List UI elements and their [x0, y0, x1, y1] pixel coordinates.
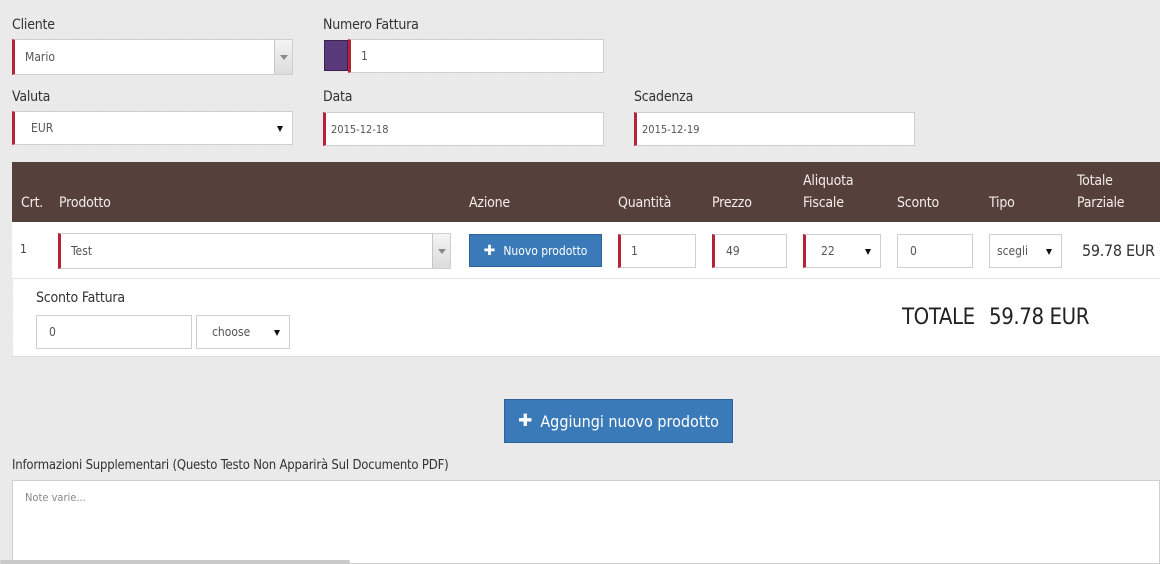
aggiungi-prodotto-button[interactable]: ✚ Aggiungi nuovo prodotto [504, 399, 733, 443]
chevron-down-icon [274, 330, 280, 336]
scadenza-input[interactable]: 2015-12-19 [634, 112, 915, 146]
aliquota-value: 22 [821, 244, 835, 258]
th-aliquota-line1: Aliquota [803, 173, 854, 189]
valuta-label: Valuta [12, 89, 51, 105]
summary-panel: Sconto Fattura 0 choose TOTALE 59.78 EUR [12, 279, 1160, 357]
chevron-down-icon [1046, 249, 1052, 255]
products-table-header: Crt. Prodotto Azione Quantità Prezzo Ali… [12, 162, 1160, 222]
prodotto-select[interactable]: Test [58, 233, 451, 269]
th-quantita: Quantità [618, 195, 672, 211]
valuta-select-value: EUR [31, 121, 54, 135]
color-swatch[interactable] [324, 40, 348, 71]
tipo-select[interactable]: scegli [989, 234, 1062, 268]
nuovo-prodotto-button[interactable]: ✚ Nuovo prodotto [469, 234, 602, 267]
quantita-input[interactable]: 1 [618, 234, 696, 268]
th-prezzo: Prezzo [712, 195, 752, 211]
scadenza-value: 2015-12-19 [642, 122, 700, 136]
nuovo-prodotto-label: Nuovo prodotto [503, 243, 588, 258]
data-value: 2015-12-18 [331, 122, 389, 136]
chevron-down-icon [277, 126, 283, 132]
th-azione: Azione [469, 195, 510, 211]
th-aliquota-line2: Fiscale [803, 195, 844, 211]
table-row: 1 Test ✚ Nuovo prodotto 1 49 22 0 scegli… [12, 222, 1160, 279]
sconto-tipo-select[interactable]: choose [196, 315, 290, 349]
data-label: Data [323, 89, 353, 105]
notes-label: Informazioni Supplementari (Questo Testo… [12, 458, 449, 473]
totale-label: TOTALE [902, 305, 975, 330]
chevron-down-icon [432, 234, 450, 268]
th-totale-line2: Parziale [1077, 195, 1125, 211]
plus-icon: ✚ [518, 411, 533, 431]
row-totale: 59.78 EUR [1082, 241, 1155, 260]
notes-placeholder: Note varie... [25, 491, 86, 504]
th-sconto: Sconto [897, 195, 940, 211]
cliente-select[interactable]: Mario [12, 39, 293, 75]
sconto-fattura-input[interactable]: 0 [36, 315, 192, 349]
quantita-value: 1 [631, 244, 638, 258]
scadenza-label: Scadenza [634, 89, 694, 105]
valuta-select[interactable]: EUR [12, 111, 293, 145]
th-totale-line1: Totale [1077, 173, 1113, 189]
prezzo-input[interactable]: 49 [712, 234, 787, 268]
chevron-down-icon [274, 40, 292, 74]
numero-fattura-input[interactable]: 1 [348, 39, 604, 73]
aggiungi-prodotto-label: Aggiungi nuovo prodotto [540, 411, 719, 431]
th-tipo: Tipo [989, 195, 1015, 211]
sconto-fattura-label: Sconto Fattura [36, 290, 125, 306]
notes-textarea[interactable]: Note varie... [12, 480, 1160, 564]
th-prodotto: Prodotto [59, 195, 111, 211]
numero-fattura-label: Numero Fattura [323, 17, 419, 33]
aliquota-select[interactable]: 22 [803, 234, 881, 268]
cliente-select-value: Mario [25, 50, 55, 64]
row-crt: 1 [20, 242, 27, 256]
sconto-tipo-value: choose [212, 325, 251, 339]
sconto-fattura-value: 0 [49, 325, 56, 339]
numero-fattura-value: 1 [361, 49, 368, 63]
cliente-label: Cliente [12, 17, 55, 33]
horizontal-scrollbar[interactable] [0, 560, 350, 564]
sconto-input[interactable]: 0 [897, 234, 973, 268]
plus-icon: ✚ [483, 242, 496, 259]
prezzo-value: 49 [726, 244, 740, 258]
tipo-value: scegli [996, 244, 1028, 258]
prodotto-select-value: Test [71, 244, 93, 258]
totale-value: 59.78 EUR [989, 305, 1090, 330]
th-crt: Crt. [21, 195, 44, 211]
data-input[interactable]: 2015-12-18 [323, 112, 604, 146]
chevron-down-icon [865, 249, 871, 255]
sconto-value: 0 [910, 244, 917, 258]
